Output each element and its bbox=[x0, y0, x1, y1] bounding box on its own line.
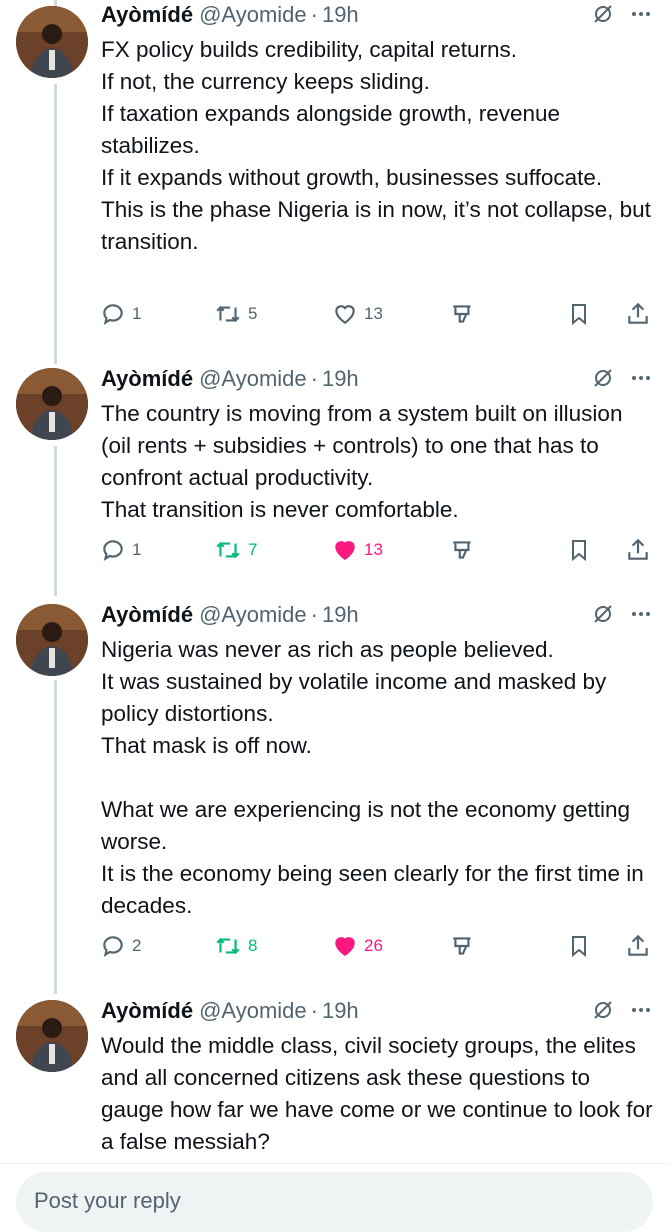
avatar[interactable] bbox=[16, 6, 88, 78]
avatar[interactable] bbox=[16, 368, 88, 440]
more-icon[interactable] bbox=[629, 602, 653, 631]
like-count: 13 bbox=[364, 540, 383, 559]
action-bar: 2 8 26 bbox=[100, 929, 656, 963]
like-icon bbox=[335, 937, 355, 956]
tweet-text: Nigeria was never as rich as people beli… bbox=[101, 637, 644, 918]
tweet-header: Ayòmídé @Ayomide · 19h bbox=[101, 364, 359, 394]
tweet-top-icons bbox=[591, 998, 653, 1027]
tweet-header: Ayòmídé @Ayomide · 19h bbox=[101, 996, 359, 1026]
timestamp[interactable]: 19h bbox=[322, 2, 359, 28]
repost-count: 7 bbox=[248, 540, 258, 559]
repost-icon bbox=[216, 542, 240, 558]
tweet-top-icons bbox=[591, 366, 653, 395]
separator-dot: · bbox=[310, 998, 318, 1023]
user-handle[interactable]: @Ayomide bbox=[199, 602, 307, 628]
repost-button[interactable]: 8 bbox=[214, 929, 257, 963]
like-button[interactable]: 13 bbox=[332, 297, 383, 331]
grok-analyze-button[interactable] bbox=[450, 297, 476, 331]
action-bar: 1 5 13 bbox=[100, 297, 656, 331]
display-name[interactable]: Ayòmídé bbox=[101, 366, 193, 392]
like-count: 26 bbox=[364, 936, 383, 955]
separator-dot: · bbox=[310, 2, 318, 27]
like-button[interactable]: 26 bbox=[332, 929, 383, 963]
bookmark-button[interactable] bbox=[567, 533, 591, 567]
reply-placeholder: Post your reply bbox=[34, 1188, 181, 1213]
timestamp[interactable]: 19h bbox=[322, 602, 359, 628]
share-icon bbox=[628, 538, 648, 560]
repost-icon bbox=[216, 306, 240, 322]
reply-button[interactable]: 2 bbox=[100, 929, 141, 963]
like-icon bbox=[335, 541, 355, 560]
like-button[interactable]: 13 bbox=[332, 533, 383, 567]
bookmark-icon bbox=[572, 936, 586, 958]
timestamp[interactable]: 19h bbox=[322, 998, 359, 1024]
reply-icon bbox=[103, 304, 123, 326]
reply-icon bbox=[103, 936, 123, 958]
more-icon[interactable] bbox=[629, 366, 653, 395]
more-icon[interactable] bbox=[629, 2, 653, 31]
tweet-top-icons bbox=[591, 2, 653, 31]
tweet-header: Ayòmídé @Ayomide · 19h bbox=[101, 0, 359, 30]
grok-icon[interactable] bbox=[591, 602, 615, 631]
reply-count: 1 bbox=[132, 304, 142, 323]
grok-analyze-icon bbox=[453, 937, 471, 955]
like-count: 13 bbox=[364, 304, 383, 323]
separator-dot: · bbox=[310, 602, 318, 627]
repost-button[interactable]: 5 bbox=[214, 297, 257, 331]
tweet[interactable]: Ayòmídé @Ayomide · 19h Nigeria was never… bbox=[0, 598, 669, 982]
bookmark-button[interactable] bbox=[567, 297, 591, 331]
share-icon bbox=[628, 302, 648, 324]
display-name[interactable]: Ayòmídé bbox=[101, 602, 193, 628]
user-handle[interactable]: @Ayomide bbox=[199, 366, 307, 392]
like-icon bbox=[335, 305, 355, 324]
reply-count: 1 bbox=[132, 540, 142, 559]
reply-count: 2 bbox=[132, 936, 142, 955]
more-icon[interactable] bbox=[629, 998, 653, 1027]
repost-count: 8 bbox=[248, 936, 258, 955]
repost-icon bbox=[216, 938, 240, 954]
grok-analyze-button[interactable] bbox=[450, 533, 476, 567]
share-icon bbox=[628, 934, 648, 956]
grok-icon[interactable] bbox=[591, 2, 615, 31]
divider bbox=[0, 1163, 669, 1164]
tweet-text: FX policy builds credibility, capital re… bbox=[101, 37, 651, 254]
user-handle[interactable]: @Ayomide bbox=[199, 2, 307, 28]
grok-analyze-button[interactable] bbox=[450, 929, 476, 963]
separator-dot: · bbox=[310, 366, 318, 391]
repost-button[interactable]: 7 bbox=[214, 533, 257, 567]
repost-count: 5 bbox=[248, 304, 258, 323]
reply-icon bbox=[103, 540, 123, 562]
tweet[interactable]: Ayòmídé @Ayomide · 19h Would the middle … bbox=[0, 994, 669, 1164]
tweet-text: The country is moving from a system buil… bbox=[101, 401, 623, 522]
bookmark-icon bbox=[572, 540, 586, 562]
bookmark-icon bbox=[572, 304, 586, 326]
share-button[interactable] bbox=[625, 929, 651, 963]
display-name[interactable]: Ayòmídé bbox=[101, 998, 193, 1024]
grok-analyze-icon bbox=[453, 541, 471, 559]
bookmark-button[interactable] bbox=[567, 929, 591, 963]
tweet-header: Ayòmídé @Ayomide · 19h bbox=[101, 600, 359, 630]
reply-input[interactable]: Post your reply bbox=[16, 1172, 653, 1232]
tweet[interactable]: Ayòmídé @Ayomide · 19h The country is mo… bbox=[0, 362, 669, 586]
grok-icon[interactable] bbox=[591, 366, 615, 395]
timestamp[interactable]: 19h bbox=[322, 366, 359, 392]
share-button[interactable] bbox=[625, 533, 651, 567]
grok-icon[interactable] bbox=[591, 998, 615, 1027]
tweet-top-icons bbox=[591, 602, 653, 631]
reply-button[interactable]: 1 bbox=[100, 297, 141, 331]
display-name[interactable]: Ayòmídé bbox=[101, 2, 193, 28]
reply-button[interactable]: 1 bbox=[100, 533, 141, 567]
tweet[interactable]: Ayòmídé @Ayomide · 19h FX policy builds … bbox=[0, 0, 669, 350]
share-button[interactable] bbox=[625, 297, 651, 331]
user-handle[interactable]: @Ayomide bbox=[199, 998, 307, 1024]
action-bar: 1 7 13 bbox=[100, 533, 656, 567]
avatar[interactable] bbox=[16, 604, 88, 676]
grok-analyze-icon bbox=[453, 305, 471, 323]
tweet-text: Would the middle class, civil society gr… bbox=[101, 1033, 653, 1154]
avatar[interactable] bbox=[16, 1000, 88, 1072]
